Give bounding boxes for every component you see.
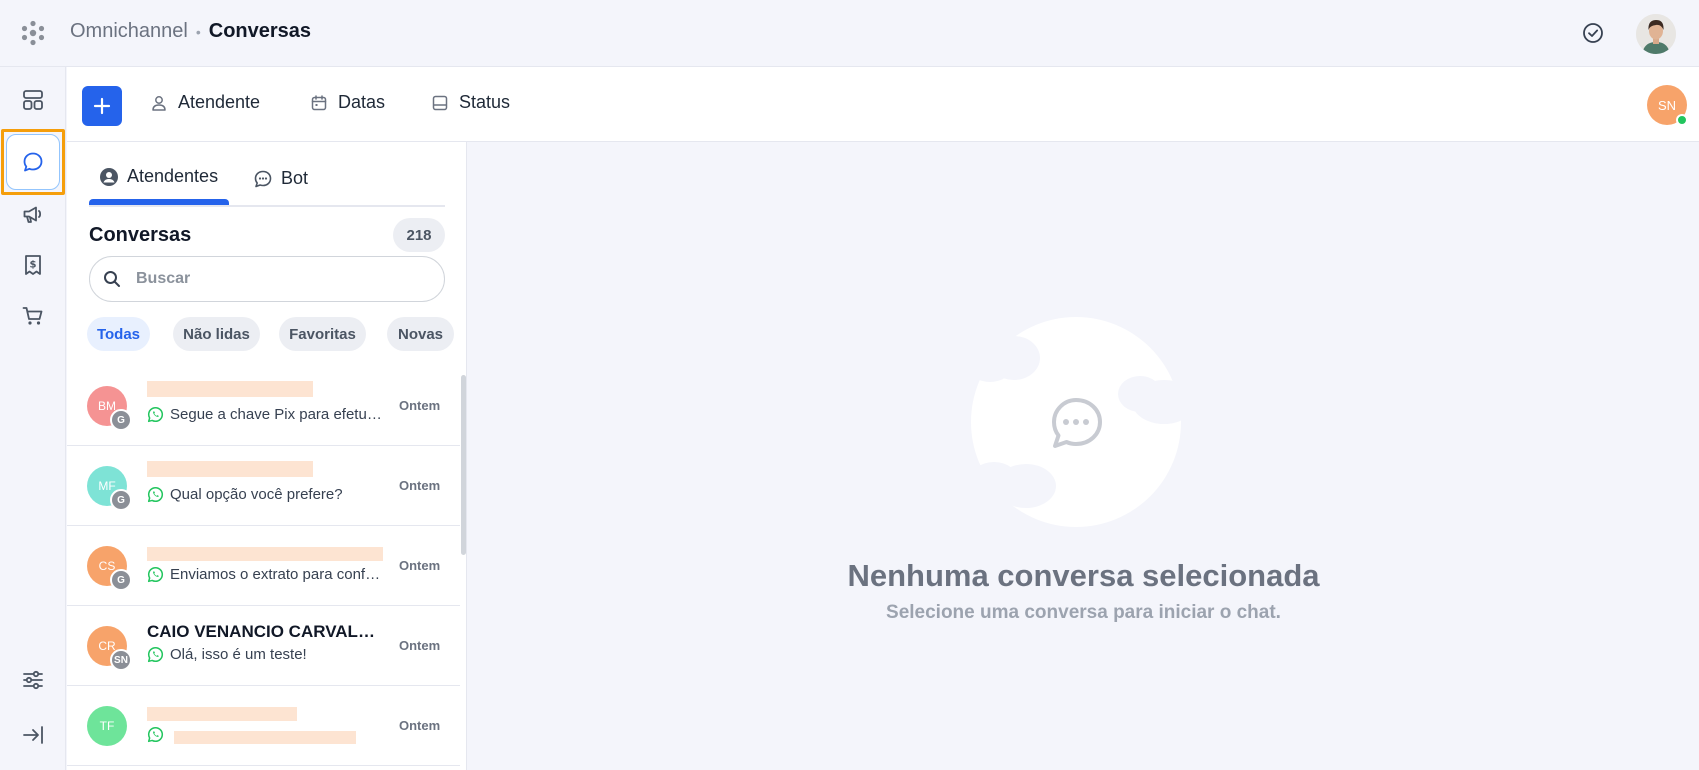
list-scrollbar[interactable] — [461, 375, 466, 555]
redacted-name — [147, 381, 313, 397]
message-time: Ontem — [399, 398, 441, 413]
rail-collapse-button[interactable] — [17, 719, 49, 751]
chat-dots-icon — [254, 170, 272, 187]
last-message-text: Olá, isso é um teste! — [170, 646, 307, 663]
chip-nao-lidas[interactable]: Não lidas — [173, 317, 260, 351]
calendar-icon — [311, 94, 327, 110]
new-conversation-button[interactable] — [82, 86, 122, 126]
sliders-icon — [23, 670, 43, 690]
filter-atendente-label: Atendente — [178, 92, 261, 112]
redacted-name — [147, 707, 297, 721]
redacted-name — [147, 547, 383, 561]
breadcrumb-parent[interactable]: Omnichannel — [70, 20, 188, 43]
list-title: Conversas — [89, 224, 192, 246]
agent-subavatar: G — [110, 489, 132, 511]
agent-subavatar: G — [110, 409, 132, 431]
message-time: Ontem — [399, 558, 441, 573]
filter-status[interactable]: Status — [431, 92, 510, 113]
message-time: Ontem — [399, 638, 441, 653]
inbox-icon — [432, 95, 448, 110]
last-message: Qual opção você prefere? — [147, 486, 386, 503]
last-message-text: Segue a chave Pix para efetuar... — [170, 406, 386, 423]
contact-name: CAIO VENANCIO CARVALH... — [147, 622, 377, 641]
contact-avatar: TF — [87, 706, 127, 746]
chip-favoritas[interactable]: Favoritas — [279, 317, 366, 351]
whatsapp-icon — [147, 726, 164, 743]
breadcrumb: Omnichannel • Conversas — [70, 20, 311, 43]
user-avatar[interactable] — [1636, 14, 1676, 54]
rail-cart-button[interactable] — [17, 300, 49, 332]
user-circle-icon — [100, 167, 118, 186]
chat-bubble-icon — [23, 152, 43, 172]
whatsapp-icon — [147, 486, 164, 503]
last-message-text: Qual opção você prefere? — [170, 486, 343, 503]
filter-toolbar: Atendente Datas Status SN — [67, 67, 1699, 142]
whatsapp-icon — [147, 406, 164, 423]
agent-subavatar: G — [110, 569, 132, 591]
search-icon — [104, 271, 120, 287]
active-tab-indicator — [89, 199, 229, 205]
chip-novas[interactable]: Novas — [387, 317, 454, 351]
last-message-text: Enviamos o extrato para confer... — [170, 566, 386, 583]
redacted-name — [147, 461, 313, 477]
top-bar: Omnichannel • Conversas — [0, 0, 1699, 67]
person-icon — [152, 95, 166, 111]
dashboard-icon — [23, 90, 43, 110]
app-logo-icon[interactable] — [19, 19, 47, 47]
rail-campaigns-button[interactable] — [17, 198, 49, 230]
filter-datas[interactable]: Datas — [310, 92, 385, 113]
breadcrumb-separator: • — [195, 23, 201, 40]
conversation-count-badge: 218 — [393, 218, 445, 252]
rail-billing-button[interactable]: $ — [17, 249, 49, 281]
conversation-list-panel: Atendentes Bot Conversas 218 Todas Não l… — [67, 142, 467, 770]
conversation-row[interactable]: CS G Enviamos o extrato para confer... O… — [67, 526, 460, 606]
tab-bot[interactable]: Bot — [253, 168, 308, 189]
tab-atendentes[interactable]: Atendentes — [99, 166, 218, 187]
message-time: Ontem — [399, 478, 441, 493]
check-circle-icon[interactable] — [1582, 22, 1604, 44]
rail-dashboard-button[interactable] — [17, 84, 49, 116]
last-message — [147, 726, 164, 743]
empty-state-subtitle: Selecione uma conversa para iniciar o ch… — [886, 602, 1281, 623]
rail-chat-button[interactable] — [6, 134, 60, 190]
search-input[interactable] — [136, 270, 416, 288]
cart-icon — [22, 307, 43, 325]
nav-rail: $ — [0, 67, 66, 770]
breadcrumb-current: Conversas — [208, 20, 312, 42]
rail-settings-button[interactable] — [17, 664, 49, 696]
collapse-arrow-icon — [23, 726, 43, 744]
empty-state-title: Nenhuma conversa selecionada — [847, 558, 1320, 593]
conversation-row[interactable]: TF Ontem — [67, 686, 460, 766]
megaphone-icon — [23, 206, 42, 223]
empty-chat-illustration-icon — [968, 317, 1188, 527]
whatsapp-icon — [147, 646, 164, 663]
tab-bot-label: Bot — [281, 168, 309, 188]
conversation-row[interactable]: MF G Qual opção você prefere? Ontem — [67, 446, 460, 526]
search-box[interactable] — [89, 256, 445, 302]
filter-atendente[interactable]: Atendente — [150, 92, 260, 113]
tab-atendentes-label: Atendentes — [127, 166, 219, 186]
chat-empty-state: Nenhuma conversa selecionada Selecione u… — [468, 142, 1699, 770]
user-photo-icon — [1636, 14, 1676, 54]
conversation-row[interactable]: BM G Segue a chave Pix para efetuar... O… — [67, 366, 460, 446]
filter-status-label: Status — [459, 92, 511, 112]
conversation-row[interactable]: CR SN CAIO VENANCIO CARVALH... Olá, isso… — [67, 606, 460, 686]
filter-datas-label: Datas — [338, 92, 386, 112]
last-message: Olá, isso é um teste! — [147, 646, 386, 663]
receipt-icon: $ — [25, 255, 41, 275]
online-status-dot — [1676, 114, 1688, 126]
message-time: Ontem — [399, 718, 441, 733]
list-tabs: Atendentes Bot — [89, 142, 445, 207]
whatsapp-icon — [147, 566, 164, 583]
svg-text:$: $ — [30, 260, 37, 271]
redacted-message — [174, 731, 356, 744]
last-message: Enviamos o extrato para confer... — [147, 566, 386, 583]
agent-subavatar: SN — [110, 649, 132, 671]
chip-todas[interactable]: Todas — [87, 317, 150, 351]
last-message: Segue a chave Pix para efetuar... — [147, 406, 386, 423]
plus-icon — [93, 97, 111, 115]
